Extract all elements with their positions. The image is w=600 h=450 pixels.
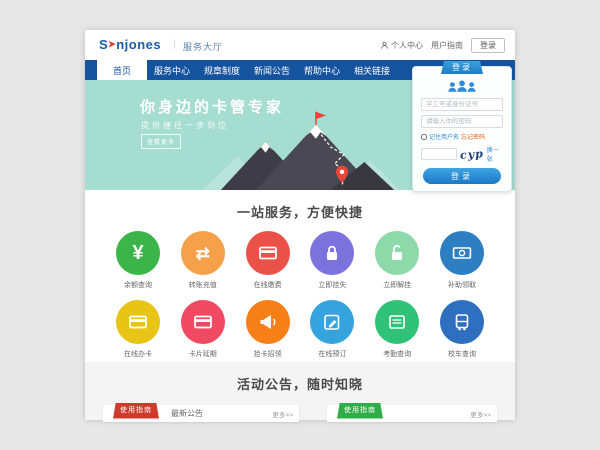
mountains-illustration <box>195 108 407 190</box>
site-card: S➤njones | 服务大厅 个人中心 用户指南 登录 首页 服务中心 规章制… <box>85 30 515 420</box>
forgot-password-link[interactable]: 忘记密码 <box>461 132 485 141</box>
captcha-input[interactable] <box>421 148 457 160</box>
nav-item-rules[interactable]: 规章制度 <box>197 60 247 80</box>
service-balance[interactable]: ¥ 余额查询 <box>109 231 167 290</box>
captcha-row: cyp 换一张 <box>421 145 503 163</box>
login-options: 记住用户名 忘记密码 <box>421 132 503 141</box>
services-row-1: ¥ 余额查询 ⇄ 转账充值 在线缴费 立即挂失 <box>85 231 515 290</box>
yen-icon[interactable]: ¥ <box>116 231 160 275</box>
announcements-title: 活动公告，随时知晓 <box>85 374 515 393</box>
remember-label: 记住用户名 <box>429 132 459 141</box>
service-online-booking[interactable]: 在线预订 <box>303 300 361 359</box>
login-form: 记住用户名 忘记密码 cyp 换一张 登录 <box>413 75 511 191</box>
guide-tab-green[interactable]: 使用指南 <box>337 403 383 419</box>
bus-icon[interactable] <box>440 300 484 344</box>
captcha-refresh-link[interactable]: 换一张 <box>487 145 503 163</box>
announcements-section: 活动公告，随时知晓 使用指南 最新公告 更多>> 使用指南 更多>> <box>85 362 515 420</box>
service-unfreeze[interactable]: 立即解挂 <box>368 231 426 290</box>
unlock-icon[interactable] <box>375 231 419 275</box>
nav-item-help[interactable]: 帮助中心 <box>297 60 347 80</box>
more-link-right[interactable]: 更多>> <box>470 409 491 419</box>
guide-tab-red[interactable]: 使用指南 <box>113 403 159 419</box>
announcement-panel-right: 使用指南 更多>> <box>327 405 497 422</box>
edit-icon[interactable] <box>310 300 354 344</box>
login-tab[interactable]: 登录 <box>441 61 483 74</box>
logo[interactable]: S➤njones <box>99 37 161 52</box>
login-submit-button[interactable]: 登录 <box>423 168 501 184</box>
header-actions: 个人中心 用户指南 登录 <box>380 38 505 53</box>
logo-text-s: S <box>99 37 108 52</box>
page: S➤njones | 服务大厅 个人中心 用户指南 登录 首页 服务中心 规章制… <box>0 0 600 450</box>
user-guide-link[interactable]: 用户指南 <box>431 40 463 51</box>
banknote-icon[interactable] <box>440 231 484 275</box>
card-icon[interactable] <box>181 300 225 344</box>
announcement-bars: 使用指南 最新公告 更多>> 使用指南 更多>> <box>85 405 515 422</box>
nav-item-home[interactable]: 首页 <box>97 60 147 80</box>
services-section: 一站服务，方便快捷 ¥ 余额查询 ⇄ 转账充值 在线缴费 立即挂失 <box>85 190 515 362</box>
hero-banner: 你身边的卡管专家 提供捷径一步到位 查看更多 登录 <box>85 80 515 190</box>
personal-center-label: 个人中心 <box>391 40 423 51</box>
megaphone-icon[interactable] <box>246 300 290 344</box>
nav-item-links[interactable]: 相关链接 <box>347 60 397 80</box>
card-icon[interactable] <box>246 231 290 275</box>
services-title: 一站服务，方便快捷 <box>85 202 515 221</box>
announcement-panel-left: 使用指南 最新公告 更多>> <box>103 405 299 422</box>
personal-center-link[interactable]: 个人中心 <box>380 40 423 51</box>
card-icon[interactable] <box>116 300 160 344</box>
nav-item-service-center[interactable]: 服务中心 <box>147 60 197 80</box>
hero-cta-button[interactable]: 查看更多 <box>141 134 181 149</box>
service-apply-card[interactable]: 在线办卡 <box>109 300 167 359</box>
logo-text-rest: njones <box>116 37 161 52</box>
flag-icon <box>316 112 326 119</box>
service-subsidy[interactable]: 补助领取 <box>433 231 491 290</box>
service-pay-online[interactable]: 在线缴费 <box>239 231 297 290</box>
remember-checkbox[interactable] <box>421 134 427 140</box>
more-link-left[interactable]: 更多>> <box>272 409 293 419</box>
login-panel: 登录 记住用户名 忘记密码 <box>412 66 512 192</box>
latest-news-tab[interactable]: 最新公告 <box>171 408 203 419</box>
header: S➤njones | 服务大厅 个人中心 用户指南 登录 <box>85 30 515 60</box>
list-icon[interactable] <box>375 300 419 344</box>
user-guide-label: 用户指南 <box>431 40 463 51</box>
service-school-bus[interactable]: 校车查询 <box>433 300 491 359</box>
service-card-renewal[interactable]: 卡片延期 <box>174 300 232 359</box>
users-icon <box>421 79 503 95</box>
captcha-image[interactable]: cyp <box>460 147 485 162</box>
service-transfer[interactable]: ⇄ 转账充值 <box>174 231 232 290</box>
user-icon <box>380 41 389 50</box>
nav-item-news[interactable]: 新闻公告 <box>247 60 297 80</box>
logo-arrow-icon: ➤ <box>108 39 116 49</box>
header-divider: | <box>173 39 176 50</box>
services-row-2: 在线办卡 卡片延期 拾卡招领 在线预订 <box>85 300 515 359</box>
site-tagline: 服务大厅 <box>183 40 223 53</box>
service-attendance[interactable]: 考勤查询 <box>368 300 426 359</box>
header-login-button[interactable]: 登录 <box>471 38 505 53</box>
transfer-arrows-icon[interactable]: ⇄ <box>181 231 225 275</box>
password-input[interactable] <box>421 115 503 128</box>
service-report-loss[interactable]: 立即挂失 <box>303 231 361 290</box>
username-input[interactable] <box>421 98 503 111</box>
service-lost-found[interactable]: 拾卡招领 <box>239 300 297 359</box>
lock-icon[interactable] <box>310 231 354 275</box>
